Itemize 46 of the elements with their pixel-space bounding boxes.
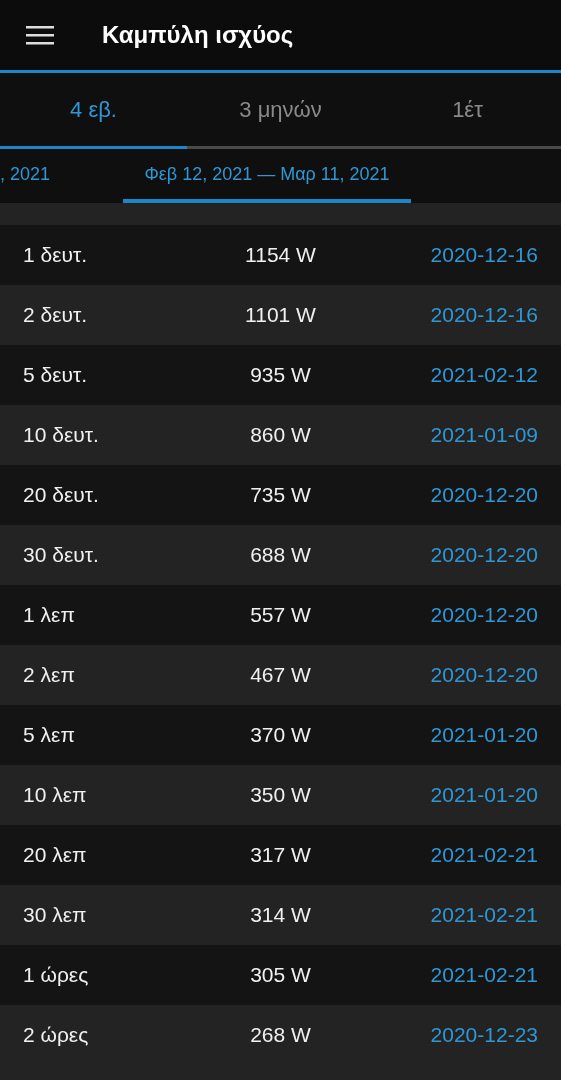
power-cell-text: 1101 W — [244, 302, 317, 329]
power-cell-text: 350 W — [249, 782, 312, 809]
menu-icon[interactable] — [26, 25, 54, 45]
power-cell-text: 305 W — [249, 962, 312, 989]
date-link[interactable]: 2020-12-20 — [358, 659, 538, 691]
date-link[interactable]: 2021-01-20 — [358, 719, 538, 751]
date-link[interactable]: 2020-12-20 — [358, 599, 538, 631]
power-cell-text: 935 W — [249, 362, 312, 389]
date-link[interactable]: 2020-12-16 — [358, 239, 538, 271]
duration-cell-text: 2 ώρες — [23, 1022, 90, 1049]
duration-cell-text: 5 λεπ — [23, 722, 76, 749]
power-cell-text: 735 W — [249, 482, 312, 509]
date-link[interactable]: 2021-02-12 — [358, 359, 538, 391]
date-link[interactable]: 2021-01-20 — [358, 779, 538, 811]
duration-cell-text: 1 δευτ. — [23, 242, 89, 269]
date-range-tab[interactable]: , 2021 — [0, 149, 123, 203]
date-link[interactable]: 2021-01-09 — [358, 419, 538, 451]
duration-cell-text: 10 λεπ — [23, 782, 88, 809]
power-cell-text: 1154 W — [244, 242, 317, 269]
power-cell-text: 688 W — [249, 542, 312, 569]
duration-cell-text: 1 ώρες — [23, 962, 90, 989]
date-link[interactable]: 2020-12-16 — [358, 299, 538, 331]
date-link[interactable]: 2021-02-21 — [358, 959, 538, 991]
power-cell-text: 268 W — [249, 1022, 312, 1049]
date-link[interactable]: 2020-12-23 — [358, 1019, 538, 1051]
power-cell-text: 467 W — [249, 662, 312, 689]
date-link[interactable]: 2021-02-21 — [358, 839, 538, 871]
date-link[interactable]: 2021-02-21 — [358, 899, 538, 931]
duration-cell-text: 1 λεπ — [23, 602, 76, 629]
duration-cell-text: 20 λεπ — [23, 842, 88, 869]
duration-cell-text: 30 λεπ — [23, 902, 88, 929]
duration-cell-text: 2 δευτ. — [23, 302, 89, 329]
date-link[interactable]: 2020-12-20 — [358, 539, 538, 571]
power-cell-text: 860 W — [249, 422, 312, 449]
duration-cell-text: 2 λεπ — [23, 662, 76, 689]
power-cell-text: 314 W — [249, 902, 312, 929]
duration-cell-text: 10 δευτ. — [23, 422, 100, 449]
power-cell-text: 370 W — [249, 722, 312, 749]
duration-cell-text: 30 δευτ. — [23, 542, 100, 569]
power-cell-text: 317 W — [249, 842, 312, 869]
duration-cell-text: 5 δευτ. — [23, 362, 89, 389]
screen-title: Καμπύλη ισχύος — [102, 20, 294, 50]
power-cell-text: 557 W — [249, 602, 312, 629]
duration-cell-text: 20 δευτ. — [23, 482, 100, 509]
date-link[interactable]: 2020-12-20 — [358, 479, 538, 511]
date-range-tab[interactable]: Φεβ 12, 2021 — Μαρ 11, 2021 — [123, 149, 411, 203]
